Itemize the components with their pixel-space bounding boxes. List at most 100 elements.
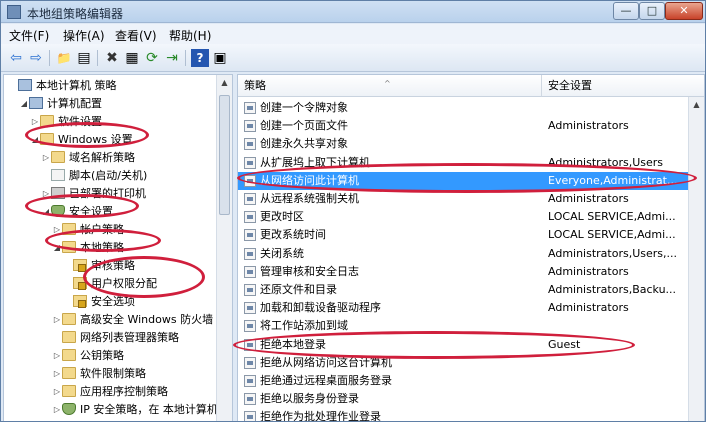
policy-icon [244, 138, 256, 151]
policy-name: 加载和卸载设备驱动程序 [260, 301, 381, 315]
tree-node[interactable]: ▷ 软件设置 [30, 113, 102, 131]
properties-icon[interactable]: ▦ [123, 49, 141, 67]
expand-toggle-icon[interactable]: ▷ [41, 149, 51, 167]
tree-node-label: 计算机配置 [47, 97, 102, 110]
app-icon [7, 5, 21, 19]
tree-node[interactable]: 安全选项 [63, 293, 135, 311]
column-header-setting[interactable]: 安全设置 [542, 75, 704, 97]
menu-help[interactable]: 帮助(H) [169, 27, 211, 44]
folder-icon [40, 115, 54, 127]
gpedit-window: 本地组策略编辑器 — □ ✕ 文件(F) 操作(A) 查看(V) 帮助(H) ⇦… [0, 0, 706, 422]
scroll-up-icon[interactable]: ▲ [217, 75, 232, 91]
policy-name: 关闭系统 [260, 246, 304, 260]
policy-icon [244, 120, 256, 133]
tree-node[interactable]: ▷ 高级安全 Windows 防火墙 [52, 311, 213, 329]
policy-row[interactable]: 拒绝本地登录 Guest [238, 336, 690, 354]
policy-row[interactable]: 创建一个令牌对象 [238, 99, 690, 117]
tree-node[interactable]: ▷ 软件限制策略 [52, 365, 146, 383]
back-arrow-icon[interactable]: ⇦ [7, 49, 25, 67]
expand-toggle-icon[interactable]: ◢ [19, 95, 29, 113]
expand-toggle-icon[interactable]: ◢ [52, 239, 62, 257]
expand-toggle-icon[interactable]: ▷ [41, 185, 51, 203]
policy-row[interactable]: 拒绝以服务身份登录 [238, 390, 690, 408]
expand-toggle-icon[interactable]: ▷ [52, 401, 62, 419]
policy-row[interactable]: 将工作站添加到域 [238, 317, 690, 335]
tree-node[interactable]: ▷ 应用程序控制策略 [52, 383, 168, 401]
expand-toggle-icon[interactable]: ▷ [52, 365, 62, 383]
policy-name: 拒绝本地登录 [260, 337, 326, 351]
policy-row[interactable]: 更改时区 LOCAL SERVICE,Admi... [238, 208, 690, 226]
tree-node[interactable]: ▷ 已部署的打印机 [41, 185, 146, 203]
policy-row[interactable]: 还原文件和目录 Administrators,Backu... [238, 281, 690, 299]
expand-toggle-icon[interactable]: ▷ [52, 347, 62, 365]
tree-node[interactable]: 用户权限分配 [63, 275, 157, 293]
show-pane-icon[interactable]: ▣ [211, 49, 229, 67]
delete-icon[interactable]: ✖ [103, 49, 121, 67]
tree-node[interactable]: 网络列表管理器策略 [52, 329, 179, 347]
menu-view[interactable]: 查看(V) [115, 27, 157, 44]
policy-row[interactable]: 从扩展坞上取下计算机 Administrators,Users [238, 154, 690, 172]
tree-node[interactable]: ◢ Windows 设置 [30, 131, 133, 149]
tree-node[interactable]: ▷ IP 安全策略，在 本地计算机 [52, 401, 218, 419]
policy-name: 创建一个页面文件 [260, 119, 348, 133]
tree-node[interactable]: 脚本(启动/关机) [41, 167, 147, 185]
tree-node[interactable]: ▷ 帐户策略 [52, 221, 124, 239]
policy-row[interactable]: 更改系统时间 LOCAL SERVICE,Admi... [238, 226, 690, 244]
policy-row[interactable]: 拒绝通过远程桌面服务登录 [238, 372, 690, 390]
policy-row[interactable]: 拒绝从网络访问这台计算机 [238, 354, 690, 372]
policy-row[interactable]: 关闭系统 Administrators,Users,... [238, 245, 690, 263]
policy-name: 拒绝作为批处理作业登录 [260, 410, 381, 422]
tree-node[interactable]: 本地计算机 策略 [8, 77, 117, 95]
expand-toggle-icon[interactable]: ▷ [52, 221, 62, 239]
show-hide-tree-icon[interactable]: ▤ [75, 49, 93, 67]
menu-action[interactable]: 操作(A) [63, 27, 105, 44]
forward-arrow-icon[interactable]: ⇨ [27, 49, 45, 67]
toolbar-separator [97, 50, 98, 66]
tree-node[interactable]: ◢ 计算机配置 [19, 95, 102, 113]
policy-row[interactable]: 拒绝作为批处理作业登录 [238, 408, 690, 422]
minimize-button[interactable]: — [613, 2, 639, 20]
policy-row[interactable]: 管理审核和安全日志 Administrators [238, 263, 690, 281]
console-tree[interactable]: 本地计算机 策略 ◢ 计算机配置 ▷ 软件设置 ◢ Windows 设置 ▷ 域名解析策略 脚本(… [3, 74, 233, 421]
help-icon[interactable]: ? [191, 49, 209, 67]
policy-icon [244, 411, 256, 421]
title-bar[interactable]: 本地组策略编辑器 — □ ✕ [1, 1, 705, 23]
policy-name: 拒绝以服务身份登录 [260, 392, 359, 406]
tree-scrollbar[interactable]: ▲ [216, 75, 232, 421]
tree-node[interactable]: ▷ 域名解析策略 [41, 149, 135, 167]
expand-toggle-icon[interactable]: ▷ [52, 383, 62, 401]
tree-node[interactable]: ▷ 公钥策略 [52, 347, 124, 365]
policy-row[interactable]: 创建永久共享对象 [238, 135, 690, 153]
tree-node[interactable]: 审核策略 [63, 257, 135, 275]
refresh-icon[interactable]: ⟳ [143, 49, 161, 67]
tree-node[interactable]: ◢ 安全设置 [41, 203, 113, 221]
menu-file[interactable]: 文件(F) [9, 27, 49, 44]
tree-node[interactable]: ◢ 本地策略 [52, 239, 124, 257]
policy-icon [244, 265, 256, 278]
expand-toggle-icon[interactable]: ◢ [41, 203, 51, 221]
up-folder-icon[interactable]: 📁 [55, 49, 73, 67]
policy-row[interactable]: 创建一个页面文件 Administrators [238, 117, 690, 135]
policy-row[interactable]: 从网络访问此计算机 Everyone,Administrat... [238, 171, 690, 190]
scroll-thumb[interactable] [219, 95, 230, 215]
expand-toggle-icon[interactable]: ◢ [30, 131, 40, 149]
tree-node-label: 本地策略 [80, 241, 124, 254]
column-header-policy[interactable]: 策略 ^ [238, 75, 542, 97]
policy-row[interactable]: 从远程系统强制关机 Administrators [238, 190, 690, 208]
policy-list[interactable]: 策略 ^ 安全设置 创建一个令牌对象创建一个页面文件 Administrators… [237, 74, 705, 422]
close-button[interactable]: ✕ [665, 2, 703, 20]
maximize-button[interactable]: □ [639, 2, 665, 20]
list-scrollbar[interactable]: ▲ [688, 97, 704, 421]
expand-toggle-icon[interactable]: ▷ [52, 311, 62, 329]
policy-name: 还原文件和目录 [260, 283, 337, 296]
export-list-icon[interactable]: ⇥ [163, 49, 181, 67]
tree-node-label: 安全选项 [91, 295, 135, 308]
policy-setting: Administrators [548, 119, 629, 133]
tree-node-label: 帐户策略 [80, 223, 124, 236]
printer-icon [51, 187, 65, 199]
policy-row[interactable]: 加载和卸载设备驱动程序 Administrators [238, 299, 690, 317]
expand-toggle-icon[interactable]: ▷ [30, 113, 40, 131]
scroll-up-icon[interactable]: ▲ [689, 97, 704, 113]
tree-node-label: 软件设置 [58, 115, 102, 128]
policy-setting: Administrators [548, 192, 629, 205]
